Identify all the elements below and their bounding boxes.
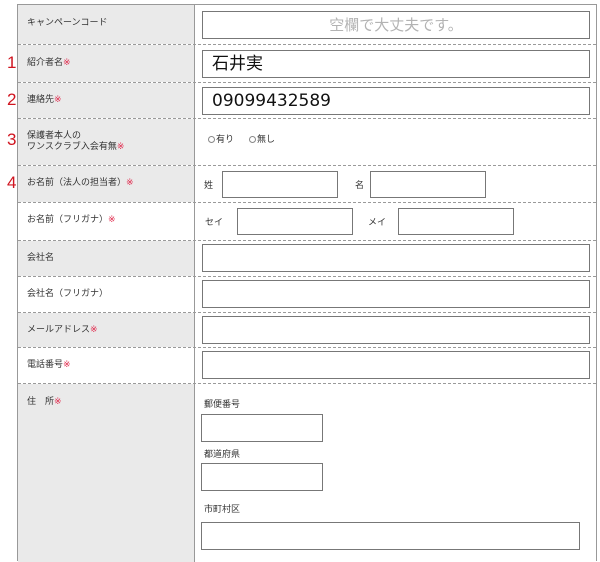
application-form: キャンペーンコード 空欄で大丈夫です。 紹介者名※ 石井実 連絡先※ 09099… xyxy=(17,4,597,562)
contact-value: 09099432589 xyxy=(212,91,331,111)
first-name-kana-input[interactable] xyxy=(398,208,514,235)
company-input[interactable] xyxy=(202,244,590,272)
required-mark: ※ xyxy=(54,95,62,105)
address-label: 住 所※ xyxy=(27,397,62,407)
referrer-name-input[interactable]: 石井実 xyxy=(202,50,590,78)
last-name-label: 姓 xyxy=(204,181,214,191)
row-company: 会社名 xyxy=(18,241,596,277)
first-name-label: 名 xyxy=(355,181,365,191)
label-cell: 住 所※ xyxy=(18,384,195,562)
company-label: 会社名 xyxy=(27,253,55,263)
required-mark: ※ xyxy=(54,397,62,407)
company-kana-label: 会社名（フリガナ） xyxy=(27,289,109,299)
postal-code-input[interactable] xyxy=(201,414,323,442)
row-contact: 連絡先※ 09099432589 xyxy=(18,83,596,119)
required-mark: ※ xyxy=(116,142,125,152)
label-cell: お名前（法人の担当者）※ xyxy=(18,166,195,202)
required-mark: ※ xyxy=(108,215,116,225)
step-number-4: 4 xyxy=(7,173,17,192)
phone-label: 電話番号※ xyxy=(27,360,71,370)
label-cell: 保護者本人の ワンスクラブ入会有無※ xyxy=(18,119,195,165)
step-number-1: 1 xyxy=(7,53,17,72)
row-campaign-code: キャンペーンコード 空欄で大丈夫です。 xyxy=(18,5,596,45)
last-name-kana-label: セイ xyxy=(205,218,224,228)
name-label: お名前（法人の担当者）※ xyxy=(27,178,134,188)
membership-label: 保護者本人の ワンスクラブ入会有無※ xyxy=(27,131,125,152)
label-cell: 連絡先※ xyxy=(18,83,195,118)
membership-radio-yes[interactable]: 有り xyxy=(208,132,234,145)
email-label: メールアドレス※ xyxy=(27,325,98,335)
company-kana-input[interactable] xyxy=(202,280,590,308)
radio-circle-icon xyxy=(249,136,256,143)
label-cell: 会社名（フリガナ） xyxy=(18,277,195,312)
prefecture-input[interactable] xyxy=(201,463,323,491)
row-referrer: 紹介者名※ 石井実 xyxy=(18,45,596,83)
first-name-kana-label: メイ xyxy=(368,218,387,228)
row-membership: 保護者本人の ワンスクラブ入会有無※ 有り 無し xyxy=(18,119,596,166)
required-mark: ※ xyxy=(90,325,98,335)
campaign-code-input[interactable]: 空欄で大丈夫です。 xyxy=(202,11,590,39)
referrer-label: 紹介者名※ xyxy=(27,58,71,68)
email-input[interactable] xyxy=(202,316,590,344)
referrer-value: 石井実 xyxy=(212,54,263,74)
row-company-kana: 会社名（フリガナ） xyxy=(18,277,596,313)
membership-radio-no[interactable]: 無し xyxy=(249,132,275,145)
phone-input[interactable] xyxy=(202,351,590,379)
contact-input[interactable]: 09099432589 xyxy=(202,87,590,115)
campaign-code-label: キャンペーンコード xyxy=(27,18,108,28)
label-cell: お名前（フリガナ）※ xyxy=(18,203,195,240)
city-input[interactable] xyxy=(201,522,580,550)
contact-label: 連絡先※ xyxy=(27,95,62,105)
required-mark: ※ xyxy=(126,178,134,188)
name-kana-label: お名前（フリガナ）※ xyxy=(27,215,116,225)
city-label: 市町村区 xyxy=(204,505,241,515)
label-cell: キャンペーンコード xyxy=(18,5,195,44)
campaign-code-placeholder: 空欄で大丈夫です。 xyxy=(329,16,463,34)
label-cell: メールアドレス※ xyxy=(18,313,195,347)
label-cell: 電話番号※ xyxy=(18,348,195,383)
label-cell: 会社名 xyxy=(18,241,195,276)
step-number-3: 3 xyxy=(7,130,17,149)
first-name-input[interactable] xyxy=(370,171,486,198)
radio-circle-icon xyxy=(208,136,215,143)
row-address: 住 所※ 郵便番号 都道府県 市町村区 xyxy=(18,384,596,562)
required-mark: ※ xyxy=(63,58,71,68)
label-cell: 紹介者名※ xyxy=(18,45,195,82)
row-email: メールアドレス※ xyxy=(18,313,596,348)
required-mark: ※ xyxy=(63,360,71,370)
last-name-input[interactable] xyxy=(222,171,338,198)
row-name-kana: お名前（フリガナ）※ セイ メイ xyxy=(18,203,596,241)
prefecture-label: 都道府県 xyxy=(204,450,241,460)
postal-code-label: 郵便番号 xyxy=(204,400,241,410)
last-name-kana-input[interactable] xyxy=(237,208,353,235)
row-phone: 電話番号※ xyxy=(18,348,596,384)
step-number-2: 2 xyxy=(7,90,17,109)
row-name: お名前（法人の担当者）※ 姓 名 xyxy=(18,166,596,203)
